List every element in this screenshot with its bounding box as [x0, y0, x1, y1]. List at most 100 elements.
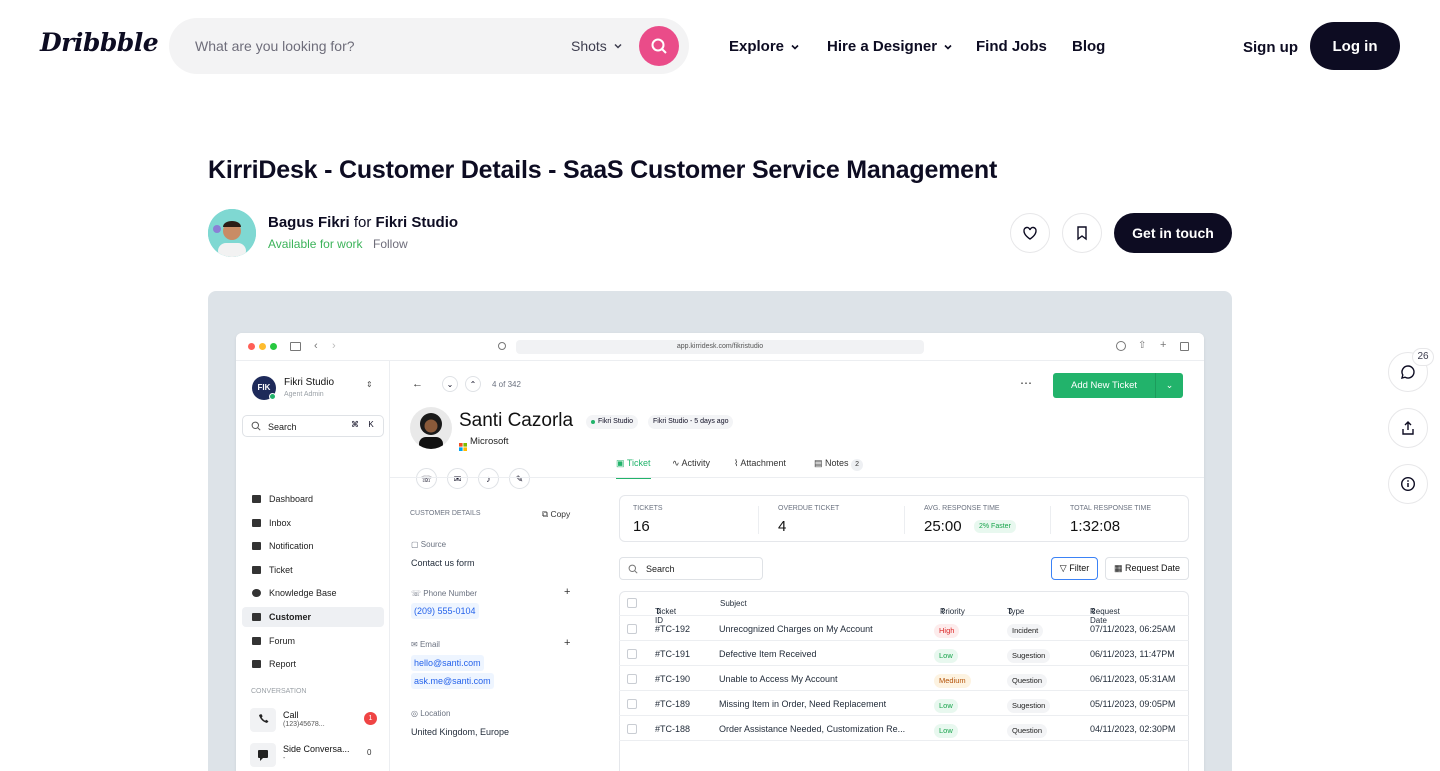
follow-link[interactable]: Follow: [373, 237, 408, 251]
email-value-2[interactable]: ask.me@santi.com: [411, 673, 494, 689]
online-dot-icon: [269, 393, 276, 400]
sidebar-item-dashboard[interactable]: Dashboard: [250, 489, 384, 509]
chevron-down-icon[interactable]: ⌄: [442, 376, 458, 392]
email-value-1[interactable]: hello@santi.com: [411, 655, 484, 671]
add-email-icon[interactable]: +: [564, 637, 570, 649]
conversation-call-name[interactable]: Call: [283, 710, 299, 720]
back-arrow-icon[interactable]: ←: [412, 378, 423, 390]
nav-blog[interactable]: Blog: [1072, 38, 1105, 55]
for-word: for: [353, 214, 372, 231]
stat-tickets-label: TICKETS: [633, 505, 663, 512]
shot-image[interactable]: ‹ › app.kirridesk.com/fikristudio ⇧ + FI…: [208, 291, 1232, 771]
table-row[interactable]: #TC-190 Unable to Access My Account Medi…: [619, 666, 1189, 691]
sidebar-item-notification[interactable]: Notification: [250, 536, 384, 556]
phone-value[interactable]: (209) 555-0104: [411, 603, 479, 619]
author-name[interactable]: Bagus Fikri: [268, 214, 350, 231]
search-input[interactable]: [195, 38, 555, 54]
info-button[interactable]: [1388, 464, 1428, 504]
nav-find-jobs[interactable]: Find Jobs: [976, 38, 1047, 55]
table-search-input[interactable]: Search: [619, 557, 763, 580]
app-search[interactable]: Search ⌘ K: [242, 415, 384, 437]
tab-attachment[interactable]: ⌇ Attachment: [734, 458, 786, 469]
search-button[interactable]: [639, 26, 679, 66]
chevron-down-icon[interactable]: ⌄: [1155, 373, 1183, 398]
conversation-side-name[interactable]: Side Conversa...: [283, 744, 350, 754]
tab-activity[interactable]: ∿ Activity: [672, 458, 710, 469]
filter-label: Filter: [1069, 563, 1090, 573]
add-phone-icon[interactable]: +: [564, 586, 570, 598]
table-row[interactable]: #TC-188 Order Assistance Needed, Customi…: [619, 716, 1189, 741]
nav-explore[interactable]: Explore: [729, 38, 800, 55]
chat-icon[interactable]: ✎: [509, 468, 530, 489]
team-name[interactable]: Fikri Studio: [376, 214, 459, 231]
type-badge: Incident: [1007, 624, 1044, 638]
signup-link[interactable]: Sign up: [1243, 39, 1298, 56]
chevron-down-icon: [791, 44, 799, 50]
tab-notes[interactable]: ▤ Notes 2: [814, 458, 864, 471]
like-button[interactable]: [1010, 213, 1050, 253]
request-date: 07/11/2023, 06:25AM: [1090, 624, 1176, 634]
location-label-text: Location: [420, 709, 451, 718]
location-pin-icon: ◎: [411, 709, 421, 718]
comment-icon: [1401, 365, 1415, 379]
table-row[interactable]: #TC-191 Defective Item Received Low Suge…: [619, 641, 1189, 666]
nav-hire-designer[interactable]: Hire a Designer: [827, 38, 953, 55]
chevron-up-icon[interactable]: ⌃: [465, 376, 481, 392]
row-checkbox[interactable]: [627, 724, 637, 734]
mail-icon[interactable]: ✉: [447, 468, 468, 489]
save-button[interactable]: [1062, 213, 1102, 253]
tab-activity-label: Activity: [681, 458, 711, 468]
chevron-down-icon: [614, 43, 622, 49]
browser-chrome: ‹ › app.kirridesk.com/fikristudio ⇧ +: [236, 333, 1204, 361]
priority-badge: Medium: [934, 674, 971, 688]
forum-icon: [252, 637, 261, 645]
conversation-call-sub: (123)45678...: [283, 721, 325, 728]
phone-icon: ☏: [411, 589, 424, 598]
add-new-ticket-button[interactable]: Add New Ticket ⌄: [1053, 373, 1183, 398]
table-row[interactable]: #TC-192 Unrecognized Charges on My Accou…: [619, 616, 1189, 641]
dribbble-logo[interactable]: Dribbble: [40, 28, 159, 57]
row-checkbox[interactable]: [627, 624, 637, 634]
author-avatar[interactable]: [208, 209, 256, 257]
request-date-label: Request Date: [1124, 563, 1181, 573]
request-date-button[interactable]: ▦ Request Date: [1105, 557, 1189, 580]
customer-company: Microsoft: [470, 436, 509, 447]
type-badge: Sugestion: [1007, 649, 1051, 663]
phone-icon[interactable]: ☏: [416, 468, 437, 489]
sidebar-item-report[interactable]: Report: [250, 654, 384, 674]
sidebar-item-customer[interactable]: Customer: [242, 607, 384, 627]
notes-count-badge: 2: [851, 459, 864, 471]
filter-button[interactable]: ▽ Filter: [1051, 557, 1098, 580]
search-scope-dropdown[interactable]: Shots: [571, 38, 623, 54]
bell-icon[interactable]: ♪: [478, 468, 499, 489]
details-header: CUSTOMER DETAILS: [410, 510, 481, 517]
row-checkbox[interactable]: [627, 674, 637, 684]
get-in-touch-button[interactable]: Get in touch: [1114, 213, 1232, 253]
source-label-text: Source: [420, 540, 447, 549]
search-scope-label: Shots: [571, 38, 607, 54]
sidebar-item-knowledge-base[interactable]: Knowledge Base: [250, 583, 384, 603]
switch-workspace-icon[interactable]: ⇕: [366, 380, 373, 389]
sidebar-item-forum[interactable]: Forum: [250, 631, 384, 651]
phone-icon: [250, 708, 276, 732]
tag-studio-label: Fikri Studio: [598, 418, 634, 425]
login-button[interactable]: Log in: [1310, 22, 1400, 70]
type-badge: Question: [1007, 674, 1048, 688]
pager-label: 4 of 342: [492, 380, 521, 389]
sort-icon: ⇕: [1007, 607, 1014, 616]
request-date: 05/11/2023, 09:05PM: [1090, 699, 1176, 709]
select-all-checkbox[interactable]: [627, 598, 637, 608]
share-button[interactable]: [1388, 408, 1428, 448]
row-checkbox[interactable]: [627, 699, 637, 709]
ticket-id: #TC-192: [655, 624, 691, 634]
workspace-name[interactable]: Fikri Studio: [284, 377, 334, 388]
dashboard-icon: [252, 495, 261, 503]
copy-button[interactable]: ⧉ Copy: [542, 509, 570, 520]
sidebar-item-inbox[interactable]: Inbox: [250, 513, 384, 533]
tab-ticket[interactable]: ▣ Ticket: [616, 458, 651, 479]
sidebar-item-ticket[interactable]: Ticket: [250, 560, 384, 580]
avatar-portrait: [208, 209, 256, 257]
table-row[interactable]: #TC-189 Missing Item in Order, Need Repl…: [619, 691, 1189, 716]
more-icon[interactable]: ⋯: [1020, 376, 1032, 390]
row-checkbox[interactable]: [627, 649, 637, 659]
